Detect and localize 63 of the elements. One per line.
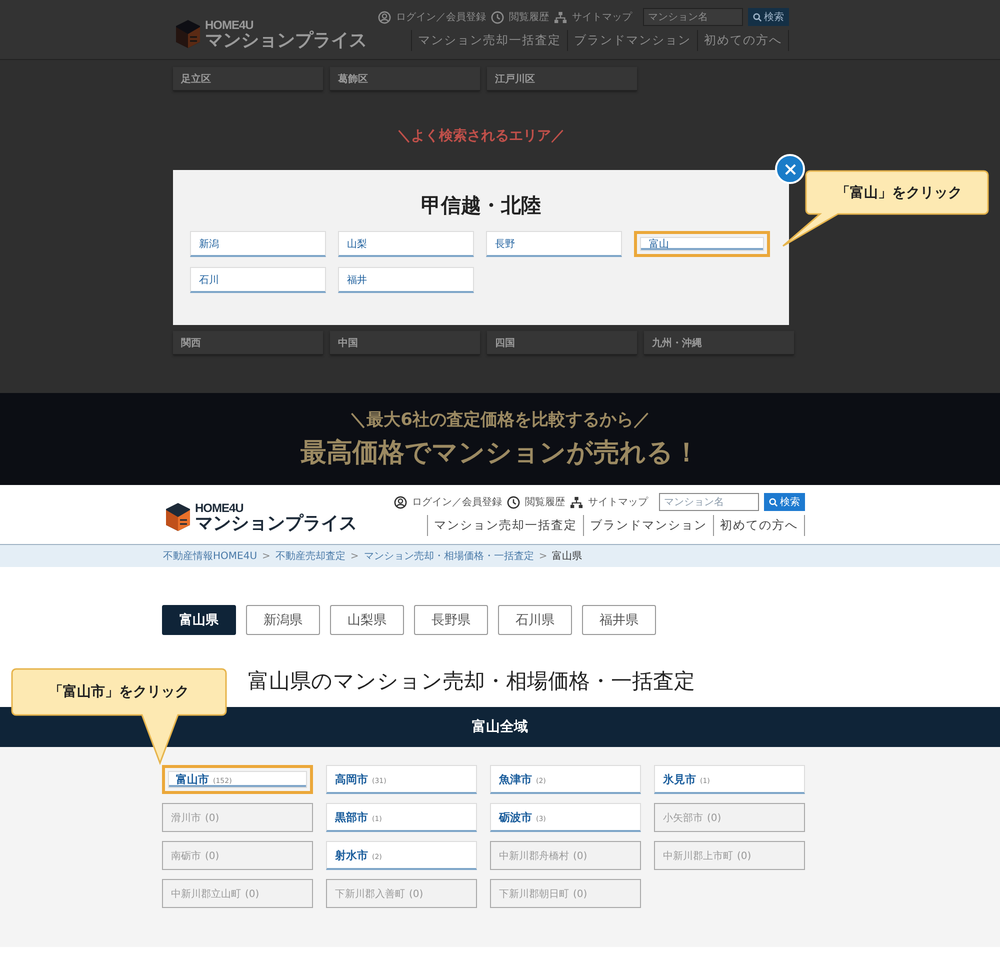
search-button[interactable]: 検索	[764, 493, 805, 511]
close-icon[interactable]	[784, 162, 796, 176]
nav-link[interactable]: マンション売却一括査定	[411, 30, 567, 51]
region-button[interactable]: 関西	[173, 331, 323, 355]
callout-bubble: 「富山」をクリック	[780, 168, 990, 248]
prefecture-tab[interactable]: 石川県	[498, 605, 572, 635]
prefecture-button[interactable]: 石川	[190, 267, 326, 293]
logo-brand[interactable]: HOME4U	[205, 18, 367, 32]
ward-button[interactable]: 葛飾区	[330, 67, 480, 91]
breadcrumb-link[interactable]: 不動産売却査定	[275, 549, 346, 563]
util-link[interactable]: ログイン／会員登録	[412, 495, 502, 509]
close-button[interactable]	[775, 154, 805, 184]
search-field[interactable]: マンション名	[643, 8, 743, 26]
region-button[interactable]: 中国	[330, 331, 480, 355]
prefecture-button[interactable]: 新潟	[190, 231, 326, 257]
modal-title: 甲信越・北陸	[420, 192, 542, 219]
banner-headline: 最高価格でマンションが売れる！	[300, 437, 700, 470]
breadcrumb-separator: >	[538, 550, 548, 562]
cube-logo-icon	[165, 502, 191, 532]
region-button[interactable]: 四国	[487, 331, 637, 355]
util-link[interactable]: 閲覧履歴	[525, 495, 565, 509]
search-field[interactable]: マンション名	[659, 493, 759, 511]
search-button[interactable]: 検索	[748, 8, 789, 26]
callout-bubble: 「富山市」をクリック	[10, 667, 228, 765]
page-title: 富山県のマンション売却・相場価格・一括査定	[248, 668, 696, 695]
prefecture-tab[interactable]: 富山県	[162, 605, 236, 635]
breadcrumb-link[interactable]: マンション売却・相場価格・一括査定	[364, 549, 534, 563]
clock-icon[interactable]	[507, 496, 520, 508]
prefecture-tab[interactable]: 福井県	[582, 605, 656, 635]
logo-name[interactable]: マンションプライス	[195, 514, 357, 532]
banner-subtitle: ＼最大6社の査定価格を比較するから／	[350, 409, 650, 431]
search-icon[interactable]	[753, 12, 762, 22]
prefecture-button[interactable]: 長野	[486, 231, 622, 257]
logo-name[interactable]: マンションプライス	[205, 32, 367, 50]
breadcrumb-separator: >	[350, 550, 359, 562]
util-link[interactable]: 閲覧履歴	[509, 10, 549, 24]
nav-link[interactable]: 初めての方へ	[713, 515, 805, 536]
ward-button[interactable]: 足立区	[173, 67, 323, 91]
section-heading: ＼よく検索されるエリア／	[396, 127, 566, 145]
nav-link[interactable]: マンション売却一括査定	[427, 515, 583, 536]
user-icon[interactable]	[394, 496, 407, 508]
util-link[interactable]: サイトマップ	[572, 10, 632, 24]
breadcrumb-separator: >	[262, 550, 270, 562]
prefecture-button[interactable]: 富山	[634, 231, 770, 257]
prefecture-tab[interactable]: 長野県	[414, 605, 488, 635]
prefecture-button[interactable]: 山梨	[338, 231, 474, 257]
search-icon[interactable]	[769, 498, 778, 506]
cube-logo-icon	[175, 18, 201, 48]
util-link[interactable]: サイトマップ	[588, 495, 648, 509]
breadcrumb-link[interactable]: 不動産情報HOME4U	[163, 549, 258, 563]
logo-brand[interactable]: HOME4U	[195, 500, 357, 514]
ward-button[interactable]: 江戸川区	[487, 67, 637, 91]
prefecture-tab[interactable]: 新潟県	[246, 605, 320, 635]
region-button[interactable]: 九州・沖縄	[644, 331, 794, 355]
util-link[interactable]: ログイン／会員登録	[396, 10, 486, 24]
area-band: 富山全域	[0, 707, 1000, 747]
prefecture-button[interactable]: 福井	[338, 267, 474, 293]
nav-link[interactable]: ブランドマンション	[567, 30, 697, 51]
breadcrumb-current: 富山県	[552, 550, 582, 563]
nav-link[interactable]: ブランドマンション	[583, 515, 713, 536]
sitemap-icon[interactable]	[570, 496, 583, 508]
nav-link[interactable]: 初めての方へ	[697, 30, 789, 51]
prefecture-tab[interactable]: 山梨県	[330, 605, 404, 635]
